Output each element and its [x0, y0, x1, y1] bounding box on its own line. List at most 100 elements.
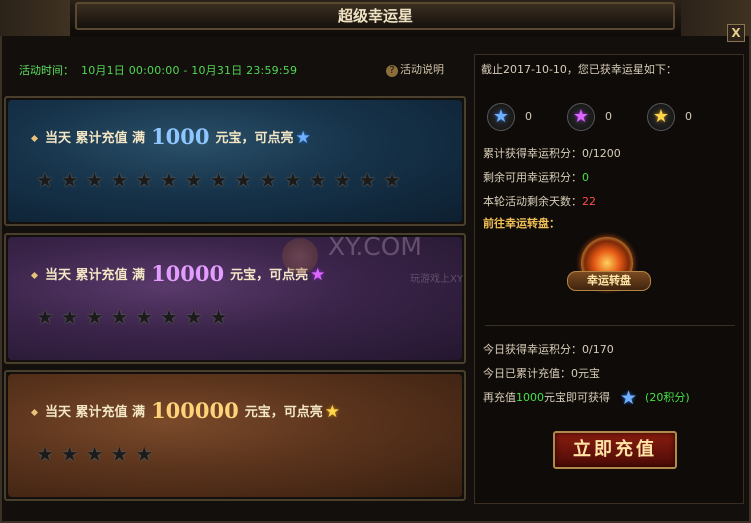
empty-star-icon: ★ [110, 442, 129, 466]
empty-star-icon: ★ [383, 168, 402, 192]
star-row: ★ ★ ★ ★ ★ ★ ★ ★ [36, 307, 234, 328]
summary-panel: 截止2017-10-10，您已获幸运星如下： ★ 0 ★ 0 ★ 0 累计获得幸… [474, 54, 744, 504]
total-points-line: 累计获得幸运积分：0/1200 [483, 145, 621, 161]
tier-prefix: 当天 累计充值 满 [45, 405, 146, 420]
window-title: 超级幸运星 [337, 7, 413, 25]
empty-star-icon: ★ [85, 305, 104, 329]
empty-star-icon: ★ [159, 305, 178, 329]
close-button[interactable]: X [727, 24, 745, 42]
empty-star-icon: ★ [36, 305, 54, 329]
empty-star-icon: ★ [60, 305, 79, 329]
purple-star-icon: ★ [310, 265, 326, 285]
blue-star-icon: ★ [295, 128, 311, 148]
star-row: ★ ★ ★ ★ ★ [36, 444, 160, 465]
today-charge-value: 0元宝 [571, 367, 600, 380]
tier-requirement: 当天 累计充值 满 100000 元宝，可点亮 ★ [30, 398, 340, 423]
available-points-label: 剩余可用幸运积分： [483, 171, 582, 184]
wheel-label: 幸运转盘 [567, 271, 651, 291]
tier-card-background [8, 237, 462, 360]
collected-stars: ★ 0 ★ 0 ★ 0 [487, 103, 727, 133]
total-points-value: 0/1200 [582, 147, 621, 160]
empty-star-icon: ★ [36, 168, 54, 192]
collected-purple: ★ 0 [567, 103, 647, 133]
bullet-icon [30, 134, 39, 143]
bullet-icon [30, 408, 39, 417]
charge-now-button[interactable]: 立即充值 [553, 431, 677, 469]
help-icon: ? [386, 65, 398, 77]
empty-star-icon: ★ [85, 168, 104, 192]
activity-time-value: 10月1日 00:00:00 - 10月31日 23:59:59 [81, 64, 298, 77]
remaining-days-line: 本轮活动剩余天数：22 [483, 193, 596, 209]
tier-card-3: 当天 累计充值 满 100000 元宝，可点亮 ★ ★ ★ ★ ★ ★ [4, 370, 466, 501]
collected-count: 0 [605, 110, 612, 123]
collected-blue: ★ 0 [487, 103, 567, 133]
available-points-value: 0 [582, 171, 589, 184]
empty-star-icon: ★ [110, 168, 129, 192]
empty-star-icon: ★ [333, 168, 352, 192]
today-charge-line: 今日已累计充值：0元宝 [483, 365, 600, 381]
tier-prefix: 当天 累计充值 满 [45, 268, 146, 283]
empty-star-icon: ★ [283, 168, 302, 192]
tier-card-1: 当天 累计充值 满 1000 元宝，可点亮 ★ ★ ★ ★ ★ ★ ★ ★ ★ ★ ★ ★ ★ ★ ★ ★ [4, 96, 466, 226]
empty-star-icon: ★ [234, 168, 253, 192]
next-reward-suffix: 元宝即可获得 [544, 391, 610, 404]
empty-star-icon: ★ [60, 168, 79, 192]
empty-star-icon: ★ [36, 442, 54, 466]
next-reward-points: (20积分) [645, 391, 690, 404]
remaining-days-value: 22 [582, 195, 596, 208]
today-points-line: 今日获得幸运积分：0/170 [483, 341, 614, 357]
collected-count: 0 [525, 110, 532, 123]
goto-wheel-label: 前往幸运转盘： [483, 217, 560, 230]
bullet-icon [30, 271, 39, 280]
star-row: ★ ★ ★ ★ ★ ★ ★ ★ ★ ★ ★ ★ ★ ★ ★ [36, 170, 408, 191]
empty-star-icon: ★ [60, 442, 79, 466]
activity-help-link[interactable]: ? 活动说明 [386, 61, 444, 77]
tier-amount: 1000 [151, 124, 210, 149]
blue-star-icon: ★ [487, 103, 515, 131]
empty-star-icon: ★ [159, 168, 178, 192]
tier-prefix: 当天 累计充值 满 [45, 131, 146, 146]
empty-star-icon: ★ [358, 168, 377, 192]
remaining-days-label: 本轮活动剩余天数： [483, 195, 582, 208]
tier-amount: 100000 [151, 398, 239, 423]
today-points-value: 0/170 [582, 343, 614, 356]
tier-requirement: 当天 累计充值 满 10000 元宝，可点亮 ★ [30, 261, 326, 286]
activity-time-label: 活动时间： [19, 64, 74, 77]
purple-star-icon: ★ [567, 103, 595, 131]
empty-star-icon: ★ [184, 168, 203, 192]
empty-star-icon: ★ [209, 168, 228, 192]
help-label: 活动说明 [400, 63, 444, 76]
empty-star-icon: ★ [135, 305, 154, 329]
gold-star-icon: ★ [647, 103, 675, 131]
empty-star-icon: ★ [135, 168, 154, 192]
empty-star-icon: ★ [110, 305, 129, 329]
tier-suffix: 元宝，可点亮 [230, 268, 309, 283]
tier-requirement: 当天 累计充值 满 1000 元宝，可点亮 ★ [30, 124, 311, 149]
blue-star-icon: ★ [620, 387, 638, 409]
tier-card-2: 当天 累计充值 满 10000 元宝，可点亮 ★ ★ ★ ★ ★ ★ ★ ★ ★ [4, 233, 466, 364]
tier-card-background [8, 100, 462, 222]
empty-star-icon: ★ [85, 442, 104, 466]
tier-suffix: 元宝，可点亮 [215, 131, 294, 146]
next-reward-line: 再充值1000元宝即可获得 ★ (20积分) [483, 387, 690, 409]
collected-count: 0 [685, 110, 692, 123]
empty-star-icon: ★ [135, 442, 154, 466]
tier-suffix: 元宝，可点亮 [244, 405, 323, 420]
empty-star-icon: ★ [209, 305, 228, 329]
empty-star-icon: ★ [308, 168, 327, 192]
total-points-label: 累计获得幸运积分： [483, 147, 582, 160]
tier-amount: 10000 [151, 261, 225, 286]
gold-star-icon: ★ [324, 402, 340, 422]
divider [485, 325, 735, 326]
empty-star-icon: ★ [259, 168, 278, 192]
next-reward-prefix: 再充值 [483, 391, 516, 404]
next-reward-amount: 1000 [516, 391, 544, 404]
title-bar: 超级幸运星 [0, 0, 751, 36]
today-charge-label: 今日已累计充值： [483, 367, 571, 380]
tier-card-background [8, 374, 462, 497]
activity-info-bar: 活动时间： 10月1日 00:00:00 - 10月31日 23:59:59 ?… [3, 58, 467, 84]
collected-gold: ★ 0 [647, 103, 727, 133]
available-points-line: 剩余可用幸运积分：0 [483, 169, 589, 185]
lucky-wheel-button[interactable]: 幸运转盘 [567, 233, 651, 303]
empty-star-icon: ★ [184, 305, 203, 329]
